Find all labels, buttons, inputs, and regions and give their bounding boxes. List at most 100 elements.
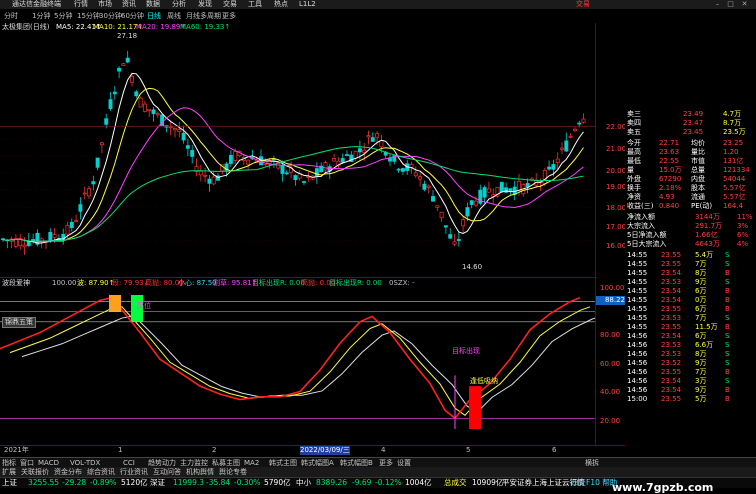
indicator-tag[interactable]: 锦鼎五策 <box>2 317 36 328</box>
stat-value: 23.63 <box>659 148 680 156</box>
period-tab-more[interactable]: 更多 <box>222 12 236 21</box>
candle-body <box>168 126 173 129</box>
current-value-badge: 88.22 <box>596 296 625 305</box>
period-tab-15m[interactable]: 15分钟 <box>77 12 100 21</box>
menu-item-analysis[interactable]: 分析 <box>172 0 186 9</box>
tick-volume: 9万 <box>695 278 707 286</box>
stat-row: 今开 22.71 均价 23.25 <box>625 139 756 148</box>
tick-row: 14:55 23.55 11.5万 B <box>625 323 756 332</box>
period-tab-60m[interactable]: 60分钟 <box>121 12 144 21</box>
candle-body <box>280 165 285 174</box>
flow-row: 5日净流入额 1.66亿 6% <box>625 231 756 240</box>
ftabs-item[interactable]: 资金分布 <box>54 467 82 477</box>
flow-label: 5日大宗流入 <box>627 240 667 248</box>
tick-direction: S <box>725 350 730 358</box>
ftabs-item[interactable]: 行业资讯 <box>120 467 148 477</box>
ftabs-item[interactable]: 综合资讯 <box>87 467 115 477</box>
minimize-icon[interactable]: – <box>713 0 722 9</box>
ma5-line <box>2 72 584 244</box>
ask-row: 卖四 23.47 8.7万 <box>625 119 756 128</box>
stat-value: 67290 <box>659 175 682 183</box>
ftabs-item[interactable]: 互动问答 <box>153 467 181 477</box>
candle-body <box>551 164 556 170</box>
tick-direction: S <box>725 377 730 385</box>
candle-body <box>370 137 375 142</box>
menu-item-data[interactable]: 数据 <box>146 0 160 9</box>
maximize-icon[interactable]: □ <box>726 0 735 9</box>
tick-row: 14:56 23.53 6.6万 S <box>625 341 756 350</box>
menu-item-l1l2[interactable]: L1L2 <box>299 0 316 9</box>
candlestick-chart[interactable] <box>0 33 595 277</box>
close-icon[interactable]: ✕ <box>740 0 749 9</box>
period-tab-day[interactable]: 日线 <box>147 12 161 21</box>
main-chart-panel[interactable]: 太极集团(日线) MA5: 22.41↑ MA10: 21.17↑ MA20: … <box>0 23 595 277</box>
tick-direction: B <box>725 269 730 277</box>
candle-body <box>78 204 83 212</box>
menu-item-market[interactable]: 市场 <box>98 0 112 9</box>
candle-body <box>323 162 328 171</box>
band-line-red <box>0 296 581 420</box>
candle-body <box>572 128 577 132</box>
ask-label: 卖五 <box>627 128 641 136</box>
menu-item-trade[interactable]: 交易 <box>223 0 237 9</box>
tick-price: 23.55 <box>661 323 682 331</box>
stat-key: 市值 <box>691 157 705 165</box>
tick-volume: 5万 <box>695 395 707 403</box>
period-tab-5m[interactable]: 5分钟 <box>54 12 72 21</box>
stat-row: 最低 22.55 市值 131亿 <box>625 157 756 166</box>
candle-body <box>396 168 401 171</box>
candle-body <box>151 109 156 115</box>
stat-key: 总量 <box>691 166 705 174</box>
candle-body <box>155 113 160 116</box>
menu-item-news[interactable]: 资讯 <box>122 0 136 9</box>
candle-body <box>142 103 147 112</box>
tick-price: 23.54 <box>661 332 682 340</box>
y-tick: 20.00 <box>606 167 627 175</box>
ftabs-item[interactable]: 扩展 <box>2 467 16 477</box>
flow-value: 1.66亿 <box>695 231 718 239</box>
tick-row: 14:56 23.55 7万 B <box>625 368 756 377</box>
period-tab-30m[interactable]: 30分钟 <box>99 12 122 21</box>
x-axis: 2021年 1 2 2022/03/09/三 4 5 6 <box>0 445 625 456</box>
menu-item-hot[interactable]: 热点 <box>274 0 288 9</box>
x-label-cursor: 2022/03/09/三 <box>300 446 350 455</box>
candle-body <box>82 192 87 195</box>
candle-body <box>577 122 582 125</box>
x-label: 2021年 <box>4 446 29 454</box>
period-tab-1m[interactable]: 1分钟 <box>32 12 50 21</box>
flow-pct: 3% <box>737 222 749 230</box>
tick-time: 14:56 <box>627 350 648 358</box>
candle-body <box>48 231 53 242</box>
menu-item-quotes[interactable]: 行情 <box>74 0 88 9</box>
tick-volume: 6万 <box>695 305 707 313</box>
candle-body <box>555 158 560 164</box>
tick-price: 23.54 <box>661 296 682 304</box>
y-tick: 16.00 <box>606 242 627 250</box>
ftabs-item[interactable]: 关联报价 <box>21 467 49 477</box>
period-tab-time[interactable]: 分时 <box>4 12 18 21</box>
tick-time: 14:56 <box>627 341 648 349</box>
ftabs-item[interactable]: 机构舆情 <box>186 467 214 477</box>
period-tab-week[interactable]: 周线 <box>167 12 181 21</box>
ind-y-tick: 60.00 <box>600 360 621 368</box>
candle-body <box>400 168 405 172</box>
candle-body <box>198 170 203 176</box>
period-tab-month[interactable]: 月线 <box>186 12 200 21</box>
candle-body <box>452 241 457 245</box>
ftabs-item[interactable]: 舆论专卷 <box>219 467 247 477</box>
candle-body <box>22 244 27 248</box>
annotation-high: 高位 <box>137 302 151 310</box>
menu-item-discover[interactable]: 发现 <box>198 0 212 9</box>
indicator-chart[interactable] <box>0 287 595 445</box>
tick-price: 23.55 <box>661 260 682 268</box>
tick-row: 15:00 23.55 5万 B <box>625 395 756 404</box>
candle-body <box>207 178 212 184</box>
period-tab-multi[interactable]: 多周期 <box>200 12 221 21</box>
brand-label[interactable]: 交易 <box>576 0 590 9</box>
stat-value: 164.4 <box>723 202 744 210</box>
menu-item-tools[interactable]: 工具 <box>248 0 262 9</box>
candle-body <box>284 172 289 175</box>
candle-body <box>482 187 487 198</box>
candle-body <box>340 158 345 163</box>
ask-row: 卖五 23.45 23.5万 <box>625 128 756 137</box>
